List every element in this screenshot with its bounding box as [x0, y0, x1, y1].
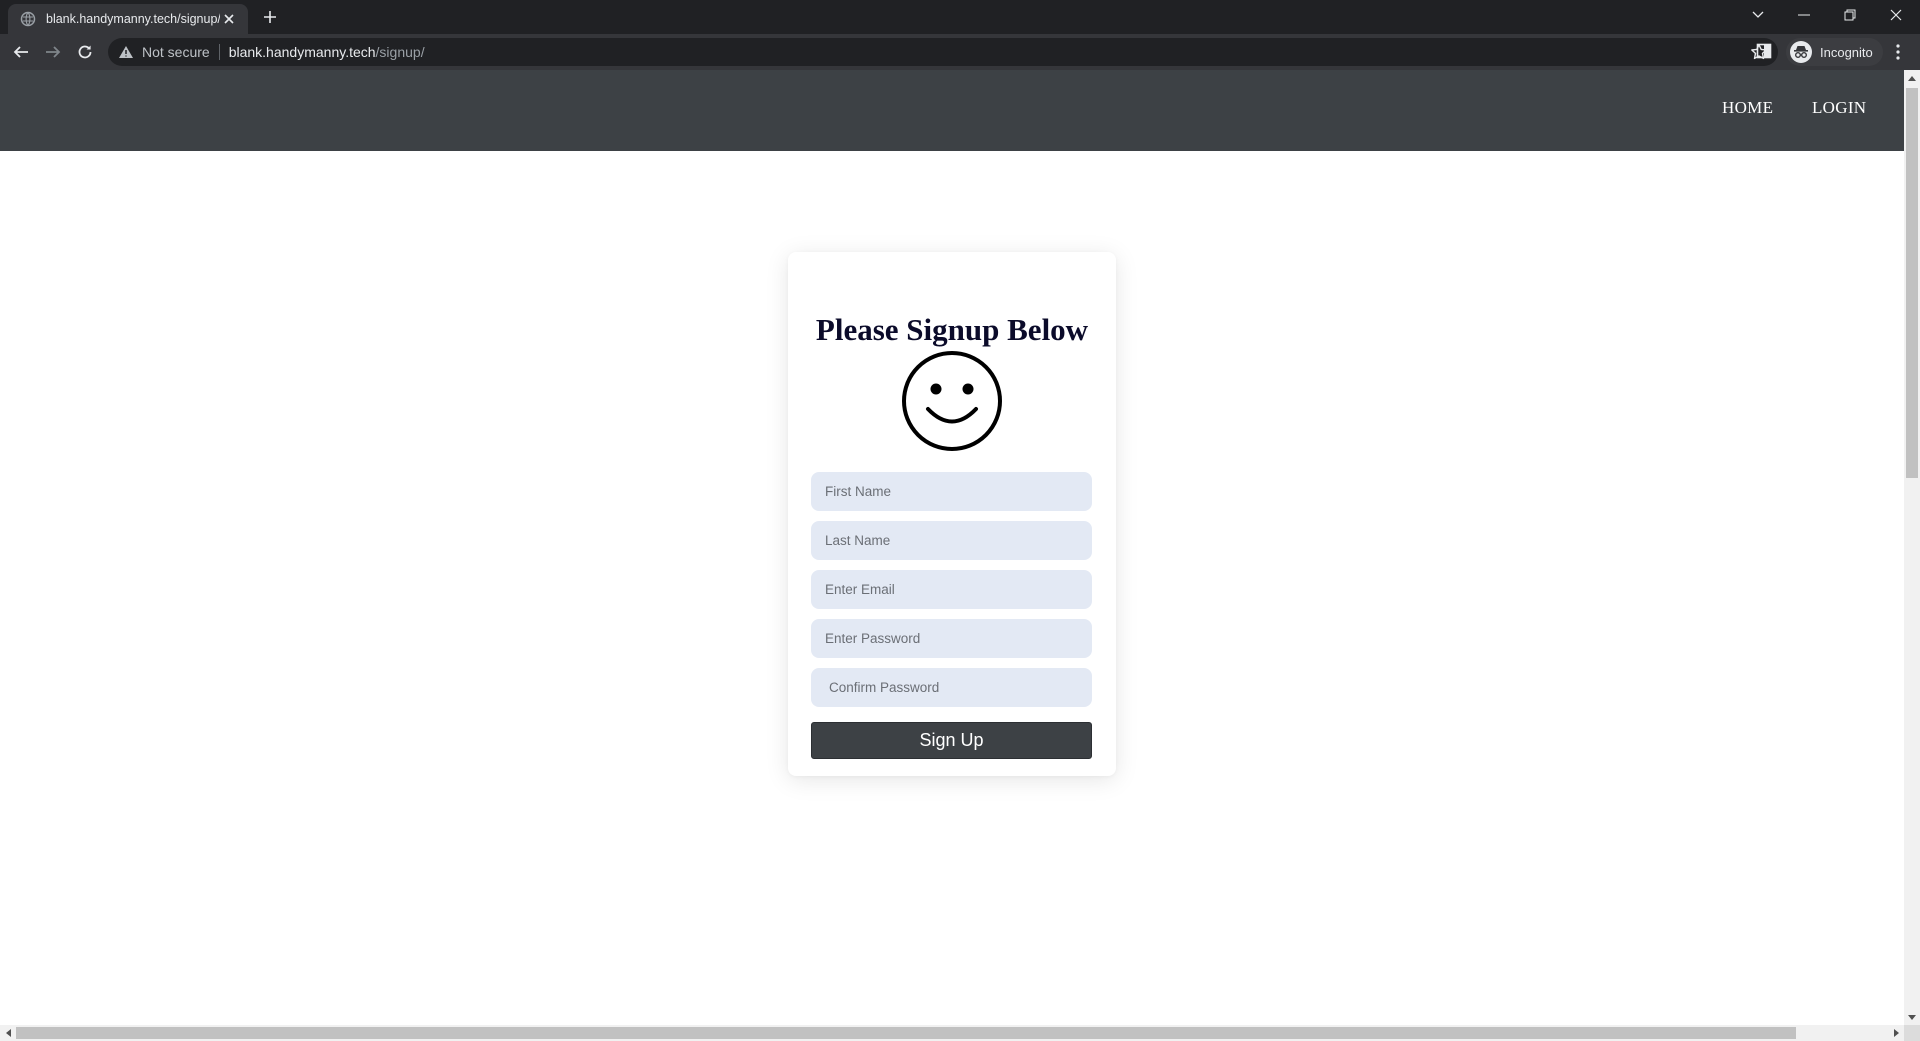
signup-card: Please Signup Below Sign Up — [788, 252, 1116, 776]
tab-search-chevron-icon[interactable] — [1736, 0, 1780, 30]
tab-title: blank.handymanny.tech/signup/ — [46, 12, 220, 26]
scroll-up-arrow-icon[interactable] — [1904, 70, 1920, 86]
scroll-right-arrow-icon[interactable] — [1888, 1025, 1904, 1041]
sign-up-button[interactable]: Sign Up — [811, 722, 1092, 759]
back-arrow-icon[interactable] — [8, 40, 34, 64]
nav-home-link[interactable]: HOME — [1722, 98, 1773, 118]
page-viewport: HOME LOGIN Please Signup Below Sign Up — [0, 70, 1904, 1025]
first-name-input[interactable] — [811, 472, 1092, 511]
globe-icon — [20, 11, 36, 27]
url-host: blank.handymanny.tech — [228, 44, 376, 60]
scrollbar-corner — [1904, 1025, 1920, 1041]
side-panel-icon[interactable] — [1756, 43, 1774, 61]
password-input[interactable] — [811, 619, 1092, 658]
warning-icon — [118, 45, 134, 59]
security-status-label[interactable]: Not secure — [142, 44, 210, 60]
new-tab-icon[interactable] — [260, 7, 280, 27]
close-window-icon[interactable] — [1874, 0, 1918, 30]
scroll-left-arrow-icon[interactable] — [0, 1025, 16, 1041]
browser-toolbar: Not secure blank.handymanny.tech/signup/… — [0, 34, 1920, 70]
browser-tab[interactable]: blank.handymanny.tech/signup/ — [8, 4, 248, 34]
last-name-input[interactable] — [811, 521, 1092, 560]
scroll-down-arrow-icon[interactable] — [1904, 1009, 1920, 1025]
close-tab-icon[interactable] — [220, 10, 238, 28]
site-navbar: HOME LOGIN — [0, 70, 1904, 151]
incognito-icon — [1790, 41, 1812, 63]
email-input[interactable] — [811, 570, 1092, 609]
url-path: /signup/ — [375, 44, 425, 60]
restore-icon[interactable] — [1828, 0, 1872, 30]
browser-tab-strip: blank.handymanny.tech/signup/ — [0, 0, 1920, 34]
confirm-password-input[interactable] — [811, 668, 1092, 707]
horizontal-scrollbar[interactable] — [0, 1025, 1904, 1041]
nav-login-link[interactable]: LOGIN — [1812, 98, 1866, 118]
browser-menu-icon[interactable] — [1888, 42, 1908, 62]
signup-fields — [811, 472, 1093, 707]
horizontal-scroll-thumb[interactable] — [16, 1027, 1796, 1039]
incognito-profile-button[interactable]: Incognito — [1786, 38, 1883, 66]
vertical-scroll-thumb[interactable] — [1906, 88, 1918, 478]
minimize-icon[interactable] — [1782, 0, 1826, 30]
address-bar[interactable]: Not secure blank.handymanny.tech/signup/ — [108, 38, 1778, 66]
smiley-face-icon — [811, 350, 1093, 452]
address-separator — [218, 44, 220, 60]
incognito-label: Incognito — [1820, 44, 1873, 60]
forward-arrow-icon[interactable] — [40, 40, 66, 64]
signup-title: Please Signup Below — [815, 312, 1089, 347]
reload-icon[interactable] — [72, 40, 98, 64]
vertical-scrollbar[interactable] — [1904, 70, 1920, 1025]
